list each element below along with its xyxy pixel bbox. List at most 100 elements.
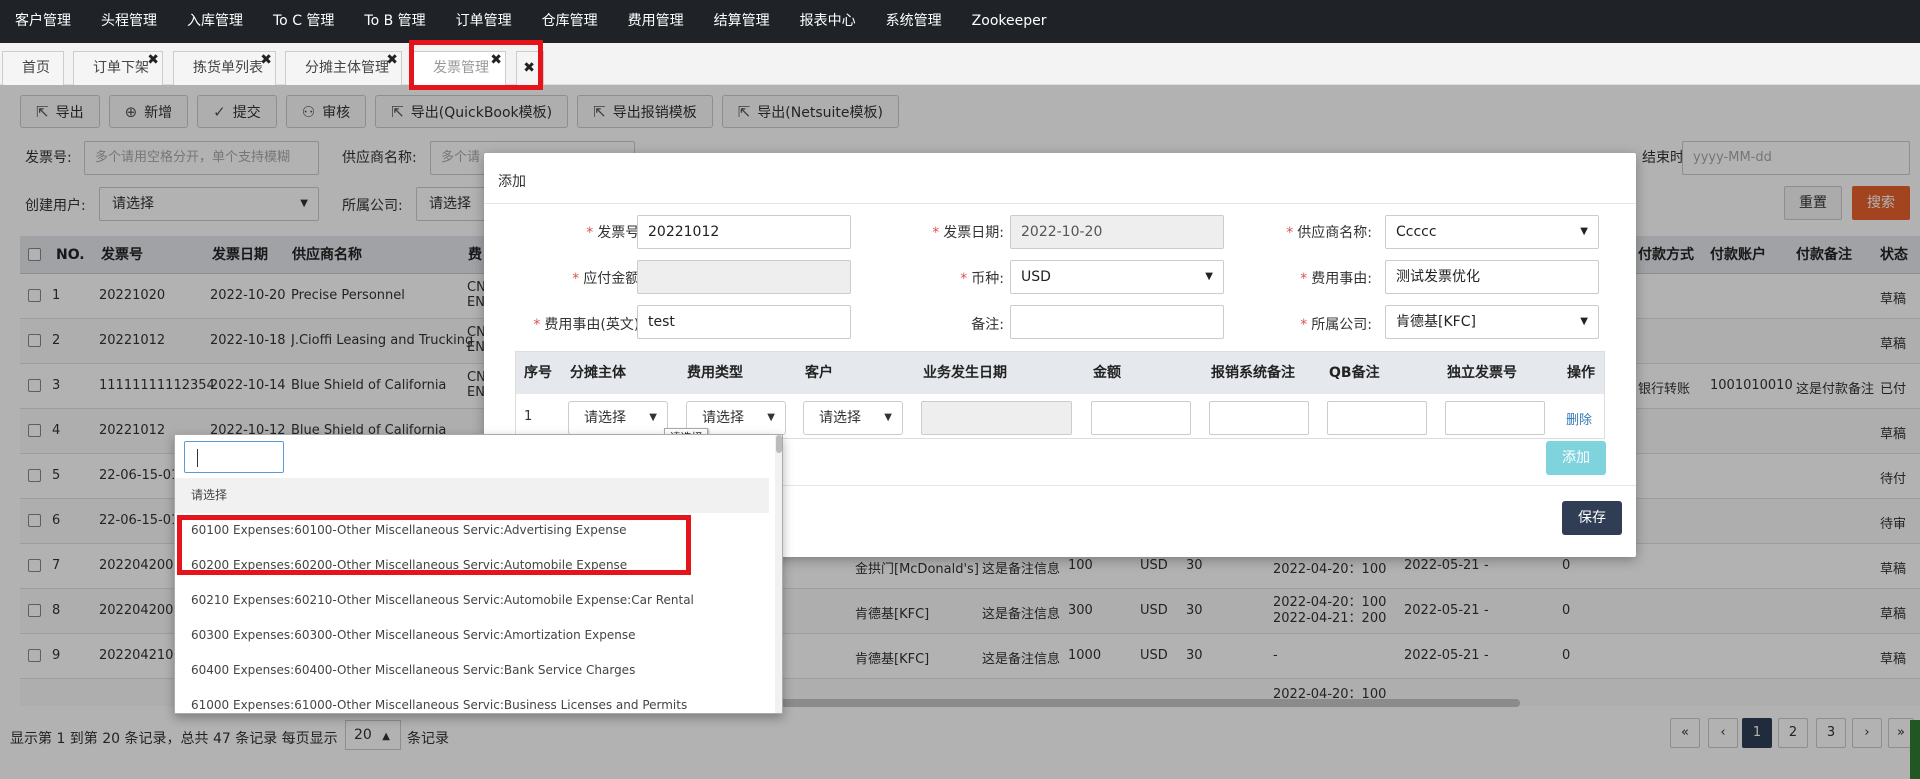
close-icon[interactable]: ✖: [260, 44, 272, 76]
highlight-box: [409, 40, 543, 90]
reason-label: * 费用事由:: [1230, 268, 1372, 288]
tab-order-unshelve[interactable]: 订单下架 ✖: [73, 51, 163, 85]
tab-label: 分摊主体管理: [305, 60, 389, 76]
save-button[interactable]: 保存: [1562, 501, 1622, 535]
label-text: 币种:: [971, 271, 1004, 287]
dropdown-scroll-thumb[interactable]: [776, 435, 782, 453]
divider: [484, 203, 1636, 204]
supplier-select[interactable]: Ccccc ▼: [1385, 215, 1599, 249]
text-cursor: [197, 449, 198, 467]
nav-item-reports[interactable]: 报表中心: [785, 0, 871, 43]
nav-item-to-c[interactable]: To C 管理: [258, 0, 349, 43]
amount-input[interactable]: [1091, 401, 1191, 435]
nav-item-inbound[interactable]: 入库管理: [172, 0, 258, 43]
column-header: 独立发票号: [1447, 365, 1517, 381]
nav-item-settlement[interactable]: 结算管理: [699, 0, 785, 43]
reason-input[interactable]: 测试发票优化: [1385, 260, 1599, 294]
column-header: 金额: [1093, 365, 1121, 381]
dropdown-search-input[interactable]: [184, 441, 284, 473]
invoice-date-input[interactable]: 2022-10-20: [1010, 215, 1224, 249]
payable-amount-label: * 应付金额:: [504, 268, 644, 288]
nav-item-warehouse[interactable]: 仓库管理: [527, 0, 613, 43]
dropdown-option[interactable]: 60400 Expenses:60400-Other Miscellaneous…: [175, 653, 769, 688]
standalone-invoice-input[interactable]: [1445, 401, 1545, 435]
label-text: 费用事由:: [1311, 271, 1372, 287]
business-date-input[interactable]: [921, 401, 1072, 435]
dropdown-option[interactable]: 61000 Expenses:61000-Other Miscellaneous…: [175, 688, 769, 713]
remark-input[interactable]: [1010, 305, 1224, 339]
nav-item-fees[interactable]: 费用管理: [613, 0, 699, 43]
column-header: 分摊主体: [570, 365, 626, 381]
column-header: 客户: [805, 365, 833, 381]
required-mark: *: [586, 225, 594, 241]
qb-remark-input[interactable]: [1327, 401, 1427, 435]
select-value: 肯德基[KFC]: [1396, 314, 1476, 330]
entity-select[interactable]: 请选择 ▼: [568, 401, 668, 435]
reason-en-input[interactable]: test: [637, 305, 851, 339]
caret-down-icon: ▼: [884, 412, 892, 423]
top-nav: 客户管理 头程管理 入库管理 To C 管理 To B 管理 订单管理 仓库管理…: [0, 0, 1920, 43]
dropdown-option[interactable]: 请选择: [175, 478, 769, 513]
nav-item-zookeeper[interactable]: Zookeeper: [957, 0, 1062, 43]
remark-label: 备注:: [971, 317, 1004, 333]
label-text: 应付金额:: [583, 271, 644, 287]
delete-link[interactable]: 删除: [1566, 409, 1592, 428]
caret-down-icon: ▼: [1580, 226, 1588, 237]
label-text: 费用事由(英文):: [544, 317, 644, 333]
label-text: 发票日期:: [943, 225, 1004, 241]
dropdown-option[interactable]: 60210 Expenses:60210-Other Miscellaneous…: [175, 583, 769, 618]
invoice-no-label: * 发票号:: [504, 222, 644, 242]
items-table-header: 序号 分摊主体 费用类型 客户 业务发生日期 金额 报销系统备注 QB备注 独立…: [516, 352, 1604, 394]
invoice-date-label: * 发票日期:: [864, 222, 1004, 242]
label-text: 所属公司:: [1311, 317, 1372, 333]
select-value: 请选择: [584, 410, 626, 426]
dropdown-option[interactable]: 60300 Expenses:60300-Other Miscellaneous…: [175, 618, 769, 653]
column-header: 报销系统备注: [1211, 365, 1295, 381]
tab-home[interactable]: 首页: [2, 51, 64, 85]
label-text: 供应商名称:: [1297, 225, 1372, 241]
tab-bar: 首页 订单下架 ✖ 拣货单列表 ✖ 分摊主体管理 ✖ 发票管理 ✖ ✖: [0, 43, 1920, 85]
column-header: QB备注: [1329, 365, 1380, 381]
reimbursement-remark-input[interactable]: [1209, 401, 1309, 435]
column-header: 序号: [524, 365, 552, 381]
required-mark: *: [1300, 317, 1308, 333]
nav-item-customer[interactable]: 客户管理: [0, 0, 86, 43]
nav-item-orders[interactable]: 订单管理: [441, 0, 527, 43]
reason-en-label: * 费用事由(英文):: [484, 314, 644, 334]
column-header: 费用类型: [687, 365, 743, 381]
company-select[interactable]: 肯德基[KFC] ▼: [1385, 305, 1599, 339]
modal-title: 添加: [498, 174, 526, 190]
required-mark: *: [1300, 271, 1308, 287]
nav-item-system[interactable]: 系统管理: [871, 0, 957, 43]
caret-down-icon: ▼: [1580, 316, 1588, 327]
close-icon[interactable]: ✖: [147, 44, 159, 76]
item-seq: 1: [524, 409, 533, 424]
tab-label: 拣货单列表: [193, 60, 263, 76]
select-value: USD: [1021, 269, 1051, 285]
required-mark: *: [1286, 225, 1294, 241]
required-mark: *: [533, 317, 541, 333]
tab-label: 订单下架: [93, 60, 149, 76]
currency-label: * 币种:: [864, 268, 1004, 288]
nav-item-first-leg[interactable]: 头程管理: [86, 0, 172, 43]
column-header: 操作: [1567, 365, 1595, 381]
tab-label: 首页: [22, 60, 50, 76]
highlight-box: [177, 515, 691, 575]
supplier-label: * 供应商名称:: [1230, 222, 1372, 242]
required-mark: *: [932, 225, 940, 241]
nav-item-to-b[interactable]: To B 管理: [349, 0, 440, 43]
currency-select[interactable]: USD ▼: [1010, 260, 1224, 294]
company-label: * 所属公司:: [1230, 314, 1372, 334]
customer-select[interactable]: 请选择 ▼: [803, 401, 903, 435]
items-table: 序号 分摊主体 费用类型 客户 业务发生日期 金额 报销系统备注 QB备注 独立…: [515, 351, 1605, 439]
select-value: Ccccc: [1396, 224, 1437, 240]
tab-allocation-entity[interactable]: 分摊主体管理 ✖: [285, 51, 402, 85]
dropdown-scrollbar[interactable]: [775, 435, 782, 713]
select-value: 请选择: [819, 410, 861, 426]
tab-pick-list[interactable]: 拣货单列表 ✖: [173, 51, 276, 85]
close-icon[interactable]: ✖: [386, 44, 398, 76]
caret-down-icon: ▼: [649, 412, 657, 423]
add-item-button[interactable]: 添加: [1546, 441, 1606, 475]
invoice-no-input[interactable]: 20221012: [637, 215, 851, 249]
payable-amount-input[interactable]: [637, 260, 851, 294]
